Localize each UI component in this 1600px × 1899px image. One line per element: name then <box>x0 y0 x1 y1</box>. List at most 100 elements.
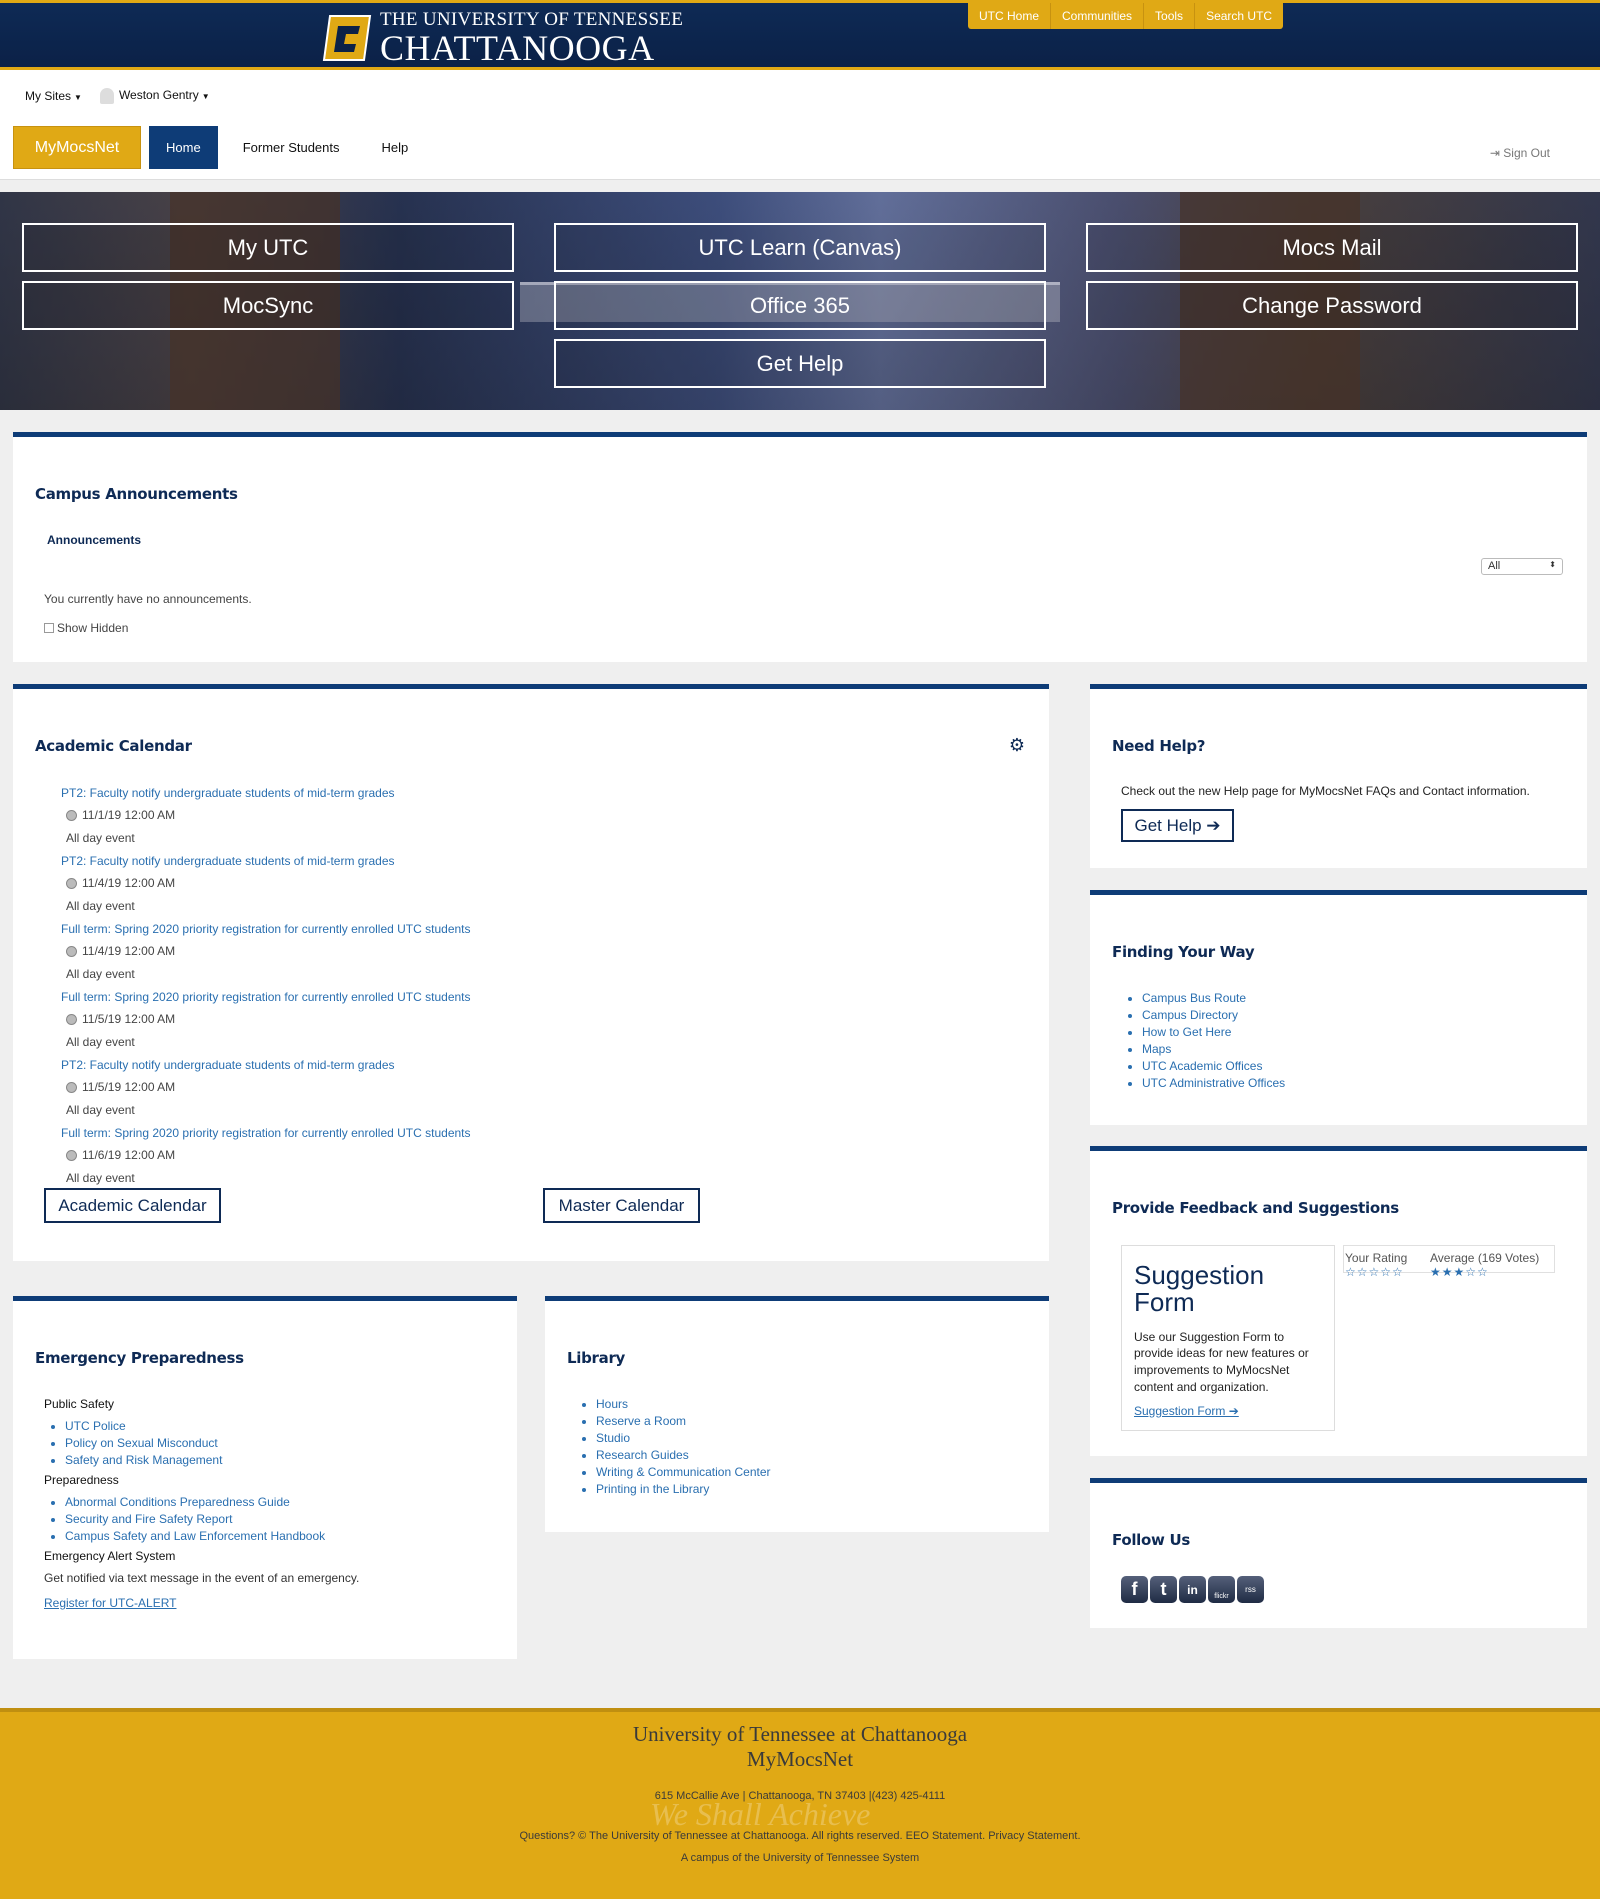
list-item[interactable]: UTC Administrative Offices <box>1142 1076 1285 1090</box>
link-campus-directory[interactable]: Campus Directory <box>1142 1008 1238 1022</box>
calendar-event-title[interactable]: PT2: Faculty notify undergraduate studen… <box>61 787 961 799</box>
util-link-search-utc[interactable]: Search UTC <box>1195 3 1283 29</box>
nav-home[interactable]: Home <box>149 126 218 169</box>
academic-calendar-button[interactable]: Academic Calendar <box>44 1188 221 1223</box>
announcements-filter-select[interactable]: All ⬍ <box>1481 558 1563 575</box>
emergency-preparedness-title: Emergency Preparedness <box>35 1349 244 1367</box>
alert-system-text: Get notified via text message in the eve… <box>44 1571 360 1585</box>
list-item[interactable]: UTC Police <box>65 1419 504 1433</box>
link-safety-risk-management[interactable]: Safety and Risk Management <box>65 1453 222 1467</box>
utc-logo[interactable]: THE UNIVERSITY OF TENNESSEE CHATTANOOGA <box>320 10 683 66</box>
hero-btn-mocsync[interactable]: MocSync <box>22 281 514 330</box>
sign-out-link[interactable]: ⇥ Sign Out <box>1490 146 1550 160</box>
list-item[interactable]: Studio <box>596 1431 771 1445</box>
list-item[interactable]: Maps <box>1142 1042 1285 1056</box>
get-help-button[interactable]: Get Help ➔ <box>1121 809 1234 842</box>
announcements-tab[interactable]: Announcements <box>47 533 141 547</box>
link-printing[interactable]: Printing in the Library <box>596 1482 709 1496</box>
linkedin-icon[interactable]: in <box>1179 1576 1206 1603</box>
list-item[interactable]: Policy on Sexual Misconduct <box>65 1436 504 1450</box>
my-sites-dropdown[interactable]: My Sites ▼ <box>25 89 82 103</box>
link-campus-bus-route[interactable]: Campus Bus Route <box>1142 991 1246 1005</box>
user-name: Weston Gentry <box>118 88 199 103</box>
link-how-to-get-here[interactable]: How to Get Here <box>1142 1025 1231 1039</box>
page-footer: University of Tennessee at Chattanooga M… <box>0 1708 1600 1899</box>
calendar-event-title[interactable]: PT2: Faculty notify undergraduate studen… <box>61 1059 961 1071</box>
list-item[interactable]: Printing in the Library <box>596 1482 771 1496</box>
link-hours[interactable]: Hours <box>596 1397 628 1411</box>
link-sexual-misconduct-policy[interactable]: Policy on Sexual Misconduct <box>65 1436 218 1450</box>
link-maps[interactable]: Maps <box>1142 1042 1171 1056</box>
academic-calendar-title: Academic Calendar <box>35 737 192 755</box>
sign-out-icon: ⇥ <box>1489 146 1504 160</box>
link-reserve-room[interactable]: Reserve a Room <box>596 1414 686 1428</box>
sub-header: My Sites ▼ Weston Gentry ▼ MyMocsNet Home … <box>0 70 1600 180</box>
calendar-event-time-row: 11/4/19 12:00 AM <box>61 877 961 889</box>
calendar-event-time-row: 11/5/19 12:00 AM <box>61 1013 961 1025</box>
list-item[interactable]: Campus Directory <box>1142 1008 1285 1022</box>
campus-announcements-title: Campus Announcements <box>35 485 238 503</box>
link-administrative-offices[interactable]: UTC Administrative Offices <box>1142 1076 1285 1090</box>
link-studio[interactable]: Studio <box>596 1431 630 1445</box>
library-panel: Library Hours Reserve a Room Studio Rese… <box>545 1296 1049 1532</box>
calendar-event-title[interactable]: Full term: Spring 2020 priority registra… <box>61 991 961 1003</box>
rss-icon[interactable]: rss <box>1237 1576 1264 1603</box>
hero-btn-change-password[interactable]: Change Password <box>1086 281 1578 330</box>
hero-btn-mocs-mail[interactable]: Mocs Mail <box>1086 223 1578 272</box>
flickr-icon[interactable]: flickr <box>1208 1576 1235 1603</box>
calendar-event-title[interactable]: PT2: Faculty notify undergraduate studen… <box>61 855 961 867</box>
clock-icon <box>66 1013 77 1025</box>
list-item[interactable]: Reserve a Room <box>596 1414 771 1428</box>
list-item[interactable]: Campus Bus Route <box>1142 991 1285 1005</box>
mymocsnet-brand-button[interactable]: MyMocsNet <box>13 126 141 169</box>
list-item[interactable]: Campus Safety and Law Enforcement Handbo… <box>65 1529 504 1543</box>
list-item[interactable]: Security and Fire Safety Report <box>65 1512 504 1526</box>
show-hidden-checkbox[interactable] <box>44 623 54 633</box>
hero-btn-my-utc[interactable]: My UTC <box>22 223 514 272</box>
library-links-list: Hours Reserve a Room Studio Research Gui… <box>575 1397 771 1499</box>
calendar-event-title[interactable]: Full term: Spring 2020 priority registra… <box>61 1127 961 1139</box>
finding-your-way-title: Finding Your Way <box>1112 943 1255 961</box>
twitter-icon[interactable]: t <box>1150 1576 1177 1603</box>
sign-out-label: Sign Out <box>1503 146 1550 160</box>
nav-former-students[interactable]: Former Students <box>226 126 357 169</box>
library-title: Library <box>567 1349 626 1367</box>
link-research-guides[interactable]: Research Guides <box>596 1448 689 1462</box>
link-abnormal-conditions-guide[interactable]: Abnormal Conditions Preparedness Guide <box>65 1495 290 1509</box>
list-item[interactable]: UTC Academic Offices <box>1142 1059 1285 1073</box>
list-item[interactable]: Writing & Communication Center <box>596 1465 771 1479</box>
list-item[interactable]: How to Get Here <box>1142 1025 1285 1039</box>
gear-icon[interactable]: ⚙ <box>1009 735 1025 756</box>
calendar-event: Full term: Spring 2020 priority registra… <box>61 1127 961 1184</box>
link-fire-safety-report[interactable]: Security and Fire Safety Report <box>65 1512 232 1526</box>
link-writing-center[interactable]: Writing & Communication Center <box>596 1465 771 1479</box>
link-academic-offices[interactable]: UTC Academic Offices <box>1142 1059 1262 1073</box>
link-law-enforcement-handbook[interactable]: Campus Safety and Law Enforcement Handbo… <box>65 1529 325 1543</box>
register-utc-alert-link[interactable]: Register for UTC-ALERT <box>44 1596 504 1610</box>
calendar-event-note: All day event <box>66 1035 135 1049</box>
util-link-communities[interactable]: Communities <box>1051 3 1145 29</box>
master-calendar-button[interactable]: Master Calendar <box>543 1188 700 1223</box>
public-safety-list: UTC Police Policy on Sexual Misconduct S… <box>44 1419 504 1467</box>
util-link-tools[interactable]: Tools <box>1144 3 1196 29</box>
link-utc-police[interactable]: UTC Police <box>65 1419 126 1433</box>
suggestion-form-heading: Suggestion Form <box>1134 1260 1265 1318</box>
list-item[interactable]: Abnormal Conditions Preparedness Guide <box>65 1495 504 1509</box>
your-rating-stars[interactable]: ☆☆☆☆☆ <box>1345 1265 1404 1279</box>
calendar-event-time-row: 11/1/19 12:00 AM <box>61 809 961 821</box>
calendar-event-title[interactable]: Full term: Spring 2020 priority registra… <box>61 923 961 935</box>
hero-btn-utc-learn[interactable]: UTC Learn (Canvas) <box>554 223 1046 272</box>
filter-select-value: All <box>1488 560 1501 572</box>
list-item[interactable]: Safety and Risk Management <box>65 1453 504 1467</box>
user-menu-dropdown[interactable]: Weston Gentry ▼ <box>99 88 210 104</box>
hero-btn-office-365[interactable]: Office 365 <box>554 281 1046 330</box>
calendar-event: Full term: Spring 2020 priority registra… <box>61 923 961 980</box>
nav-help[interactable]: Help <box>365 126 426 169</box>
list-item[interactable]: Hours <box>596 1397 771 1411</box>
hero-btn-get-help[interactable]: Get Help <box>554 339 1046 388</box>
list-item[interactable]: Research Guides <box>596 1448 771 1462</box>
suggestion-form-card: Suggestion Form Use our Suggestion Form … <box>1121 1245 1335 1431</box>
facebook-icon[interactable]: f <box>1121 1576 1148 1603</box>
util-link-utc-home[interactable]: UTC Home <box>968 3 1052 29</box>
suggestion-form-link[interactable]: Suggestion Form ➔ <box>1134 1404 1322 1418</box>
